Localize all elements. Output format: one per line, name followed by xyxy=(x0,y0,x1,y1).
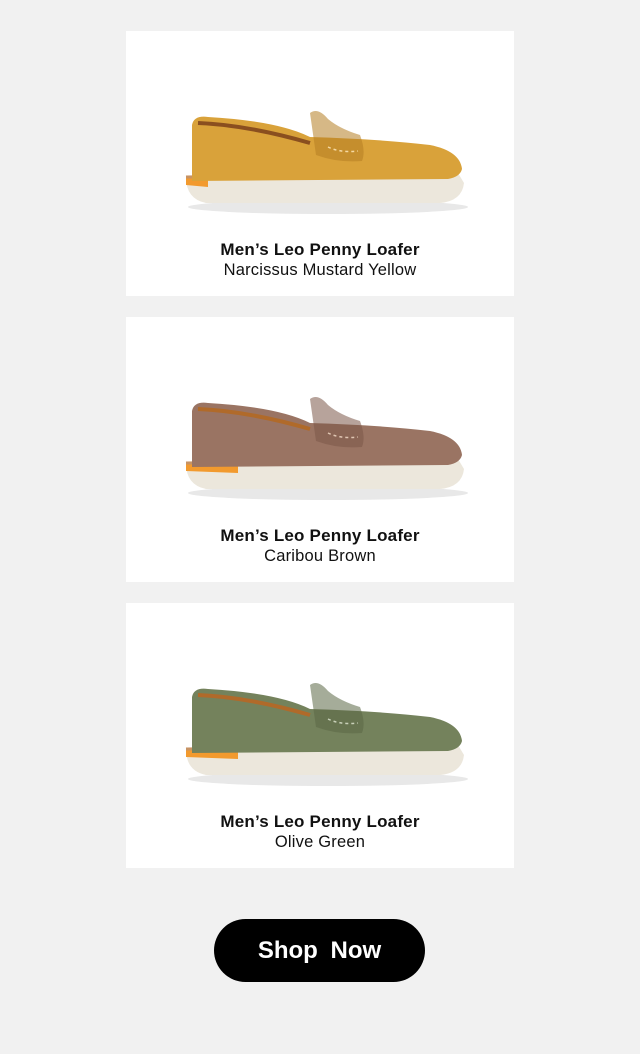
shop-now-button[interactable]: Shop Now xyxy=(214,919,425,982)
product-color: Narcissus Mustard Yellow xyxy=(223,261,417,279)
product-card-mustard[interactable]: Men’s Leo Penny Loafer Narcissus Mustard… xyxy=(126,31,514,296)
product-card-olive[interactable]: Men’s Leo Penny Loafer Olive Green xyxy=(126,603,514,868)
product-name: Men’s Leo Penny Loafer xyxy=(220,240,420,259)
penny-loafer-olive-image xyxy=(185,683,468,786)
product-name: Men’s Leo Penny Loafer xyxy=(220,812,420,831)
product-color: Caribou Brown xyxy=(264,547,376,565)
product-card-brown[interactable]: Men’s Leo Penny Loafer Caribou Brown xyxy=(126,317,514,582)
penny-loafer-mustard-image xyxy=(185,111,468,214)
penny-loafer-brown-image xyxy=(185,397,468,500)
product-name: Men’s Leo Penny Loafer xyxy=(220,526,420,545)
product-color: Olive Green xyxy=(274,833,366,851)
